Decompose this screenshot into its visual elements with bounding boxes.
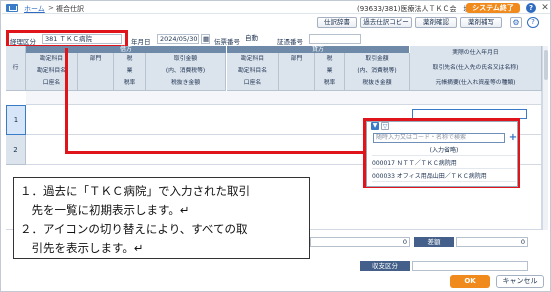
list-item[interactable]: (入力省略) bbox=[372, 146, 516, 156]
header-text: 税抜き金額 bbox=[171, 80, 200, 86]
filter-all-icon[interactable]: ▽ bbox=[381, 122, 389, 130]
help-icon[interactable]: ? bbox=[526, 3, 536, 13]
header-text: 取引金額 bbox=[173, 56, 198, 62]
voucher-field: 自動 bbox=[243, 34, 267, 44]
connector-line bbox=[65, 48, 68, 154]
help-circle-icon[interactable]: ? bbox=[527, 17, 539, 28]
header-text: 勘定科目名 bbox=[238, 68, 267, 74]
header-ledger-summary: 元帳摘要(仕入れ資産等の種類) bbox=[435, 80, 516, 86]
callout-line-4: 引先を表示します。↵ bbox=[20, 241, 144, 255]
header-text: 税抜き金額 bbox=[362, 80, 392, 86]
row-number-2[interactable]: 2 bbox=[6, 135, 26, 165]
credit-amount-header: 取引金額 (内、消費税等) 税抜き金額 bbox=[345, 53, 410, 91]
title-bar: ホーム > 複合仕訳 (93633/381)医療法人ＴＫＣ会 堤 敬太 システム… bbox=[2, 2, 550, 14]
callout-line-1: １．過去に「ＴＫＣ病院」で入力された取引 bbox=[20, 184, 250, 198]
filter-icon[interactable]: ▼ bbox=[371, 122, 379, 130]
diff-label: 差額 bbox=[414, 237, 454, 247]
debit-amount-header: 取引金額 (内、消費税等) 税抜き金額 bbox=[146, 53, 226, 91]
drug-check-button[interactable]: 薬剤確認 bbox=[415, 17, 457, 28]
total-value: 0 bbox=[310, 237, 410, 247]
system-exit-button[interactable]: システム終了 bbox=[466, 3, 520, 13]
partner-search-input[interactable]: 随時入力又はコード・名称で検索 bbox=[373, 133, 505, 143]
row-header: 行 bbox=[6, 46, 26, 91]
window: ホーム > 複合仕訳 (93633/381)医療法人ＴＫＣ会 堤 敬太 システム… bbox=[0, 0, 551, 292]
header-text: 勘定科目 bbox=[240, 56, 265, 62]
header-text: 勘定科目 bbox=[39, 56, 64, 62]
date-label: 年月日 bbox=[131, 38, 151, 46]
header-text: 税 bbox=[326, 56, 333, 62]
header-actual-date: 実際の仕入年月日 bbox=[452, 50, 499, 56]
evidence-label: 証憑番号 bbox=[277, 38, 303, 46]
calendar-icon[interactable]: ▦ bbox=[201, 34, 210, 44]
header-text: 口座名 bbox=[243, 80, 262, 86]
debit-band: 借方 bbox=[26, 46, 226, 53]
list-item[interactable]: 000033 オフィス用品山田／ＴＫＣ病院用 bbox=[372, 172, 516, 182]
tax-category-label: 収支区分 bbox=[360, 261, 410, 271]
header-text: 口座名 bbox=[42, 80, 61, 86]
credit-tax-header: 税 業 税率 bbox=[315, 53, 345, 91]
credit-dept-header: 部門 bbox=[279, 53, 315, 91]
drug-copy-button[interactable]: 薬剤補写 bbox=[460, 17, 502, 28]
callout-line-3: ２．アイコンの切り替えにより、すべての取 bbox=[20, 222, 248, 236]
add-icon[interactable]: + bbox=[508, 132, 518, 143]
journal-dictionary-button[interactable]: 仕訳辞書 bbox=[317, 17, 357, 28]
header-text: 税率 bbox=[123, 80, 136, 86]
header-text: 税率 bbox=[323, 80, 336, 86]
voucher-label: 伝票番号 bbox=[214, 38, 240, 46]
ok-button[interactable]: OK bbox=[450, 275, 490, 288]
debit-account-header: 勘定科目 勘定科目名 口座名 bbox=[26, 53, 78, 91]
header-text: (内、消費税等) bbox=[165, 68, 206, 74]
header-text: 業 bbox=[126, 68, 133, 74]
past-journal-copy-button[interactable]: 過去仕訳コピー bbox=[360, 17, 412, 28]
debit-tax-header: 税 業 税率 bbox=[114, 53, 146, 91]
breadcrumb-separator: > bbox=[48, 4, 54, 12]
header-text: 部門 bbox=[290, 56, 303, 62]
header-text: 税 bbox=[126, 56, 133, 62]
vertical-scrollbar[interactable] bbox=[542, 46, 548, 230]
explanation-callout: １．過去に「ＴＫＣ病院」で入力された取引 先を一覧に初期表示します。↵ ２．アイ… bbox=[13, 177, 310, 259]
row-number-1[interactable]: 1 bbox=[6, 105, 26, 135]
home-icon[interactable] bbox=[6, 4, 18, 12]
cancel-button[interactable]: キャンセル bbox=[496, 275, 544, 288]
debit-dept-header: 部門 bbox=[78, 53, 114, 91]
header-text: 取引金額 bbox=[365, 56, 389, 62]
evidence-field[interactable] bbox=[309, 34, 361, 44]
credit-account-header: 勘定科目 勘定科目名 口座名 bbox=[227, 53, 279, 91]
header-partner-name: 取引先名(仕入先の氏名又は名称) bbox=[432, 65, 519, 71]
diff-value: 0 bbox=[456, 237, 528, 247]
breadcrumb-current: 複合仕訳 bbox=[56, 5, 84, 13]
credit-band: 貸方 bbox=[227, 46, 409, 53]
header-text: 業 bbox=[326, 68, 333, 74]
breadcrumb-home[interactable]: ホーム bbox=[24, 4, 45, 14]
callout-line-2: 先を一覧に初期表示します。↵ bbox=[20, 203, 190, 217]
tax-category-field[interactable] bbox=[412, 261, 528, 271]
input-row-top[interactable] bbox=[26, 91, 542, 105]
right-col-header: 実際の仕入年月日 取引先名(仕入先の氏名又は名称) 元帳摘要(仕入れ資産等の種類… bbox=[410, 46, 542, 91]
header-text: (内、消費税等) bbox=[357, 68, 397, 74]
list-item[interactable]: 000017 ＮＴＴ／ＴＫＣ病院用 bbox=[372, 159, 516, 169]
close-icon[interactable]: ✕ bbox=[540, 3, 550, 13]
header-text: 部門 bbox=[89, 56, 102, 62]
partner-dropdown: ▼ ▽ 随時入力又はコード・名称で検索 + (入力省略) 000017 ＮＴＴ／… bbox=[366, 121, 518, 187]
date-field[interactable]: 2024/05/30 bbox=[157, 34, 199, 44]
gear-icon[interactable]: ⚙ bbox=[510, 17, 522, 28]
connector-line bbox=[65, 151, 365, 154]
header-text: 勘定科目名 bbox=[37, 68, 66, 74]
